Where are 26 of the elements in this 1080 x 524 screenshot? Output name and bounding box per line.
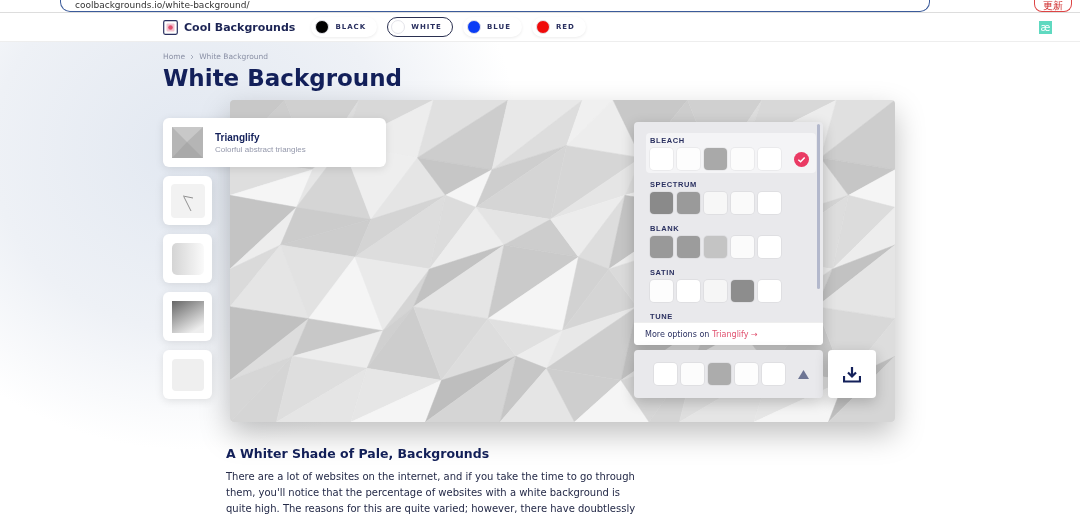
section-heading: A Whiter Shade of Pale, Backgrounds [226,446,491,461]
download-icon [843,365,861,383]
generator-thumbnail[interactable] [163,350,212,399]
generator-thumbnail[interactable] [163,234,212,283]
lines-icon [170,183,205,218]
generator-thumbnail[interactable] [163,292,212,341]
gradient-icon [171,300,204,333]
chevron-icon [190,54,195,60]
current-palette-bar[interactable] [634,350,823,398]
logo-icon [163,19,178,35]
site-logo[interactable]: Cool Backgrounds [184,20,296,34]
page-title: White Background [163,64,404,92]
scrollbar[interactable] [817,124,820,289]
more-options-text: More options on [645,329,710,339]
generator-card[interactable]: Trianglify Colorful abstract triangles [163,118,386,167]
address-bar[interactable]: coolbackgrounds.io/white-background/ [60,0,930,12]
check-icon [794,151,809,167]
generator-thumbnail[interactable] [163,176,212,225]
trianglify-link[interactable]: Trianglify → [712,329,758,339]
generator-title: Trianglify [215,131,261,143]
article-paragraph: There are a lot of websites on the internet, and if you take the time to go through them, you'll notice that the percentage of websites with a white background is quite high. The reasons for this are quite varied; however, there have doubtlessly [226,470,637,516]
gradient-icon [171,242,204,275]
generator-subtitle: Colorful abstract triangles [215,144,306,154]
download-button[interactable] [828,350,876,398]
update-button[interactable]: 更新 [1034,0,1072,12]
triangles-icon [172,127,203,158]
